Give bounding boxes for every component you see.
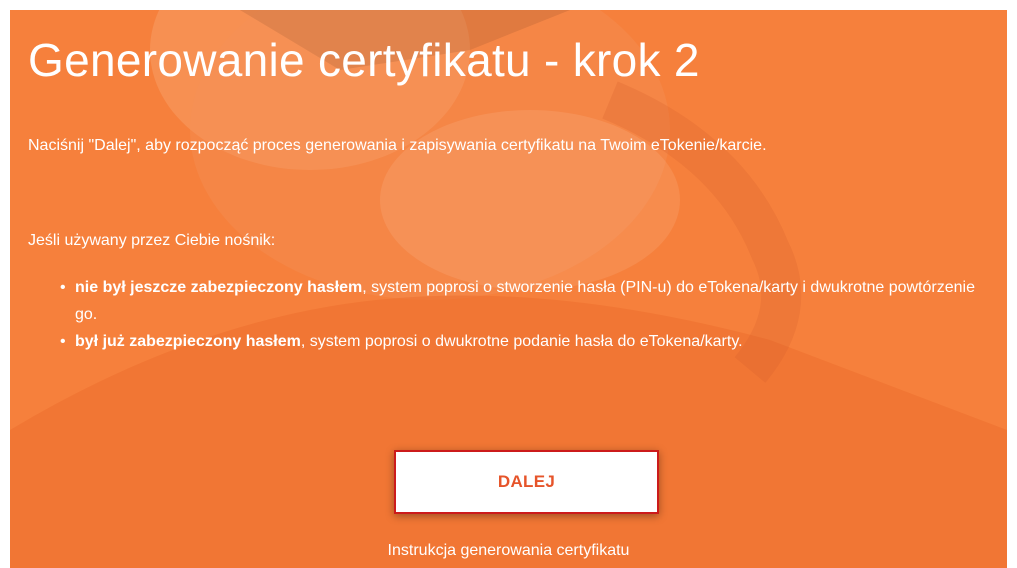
list-item-bold: nie był jeszcze zabezpieczony hasłem [75,279,363,296]
next-button[interactable]: DALEJ [394,450,659,514]
lead-text: Jeśli używany przez Ciebie nośnik: [28,232,276,249]
list-item-text: , system poprosi o dwukrotne podanie has… [300,333,743,350]
instruction-link[interactable]: Instrukcja generowania certyfikatu [10,540,1007,562]
list-item: nie był jeszcze zabezpieczony hasłem, sy… [58,274,998,328]
page-title: Generowanie certyfikatu - krok 2 [28,34,700,86]
info-list: nie był jeszcze zabezpieczony hasłem , sy… [58,274,998,355]
certificate-panel: Generowanie certyfikatu - krok 2 Naciśni… [10,10,1007,568]
list-item-bold: był już zabezpieczony hasłem [75,333,301,350]
intro-text: Naciśnij "Dalej", aby rozpocząć proces g… [28,137,767,154]
list-item: był już zabezpieczony hasłem, system pop… [58,328,998,355]
next-button-label: DALEJ [497,472,556,491]
